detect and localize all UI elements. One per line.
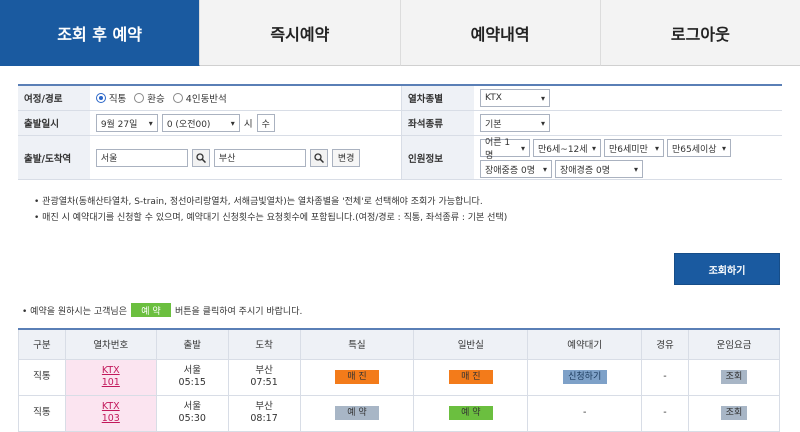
- chevron-down-icon: ▾: [540, 93, 545, 103]
- table-row: 직통 KTX 101 서울 05:15 부산 07:51 매 진 매 진 신청하기 -…: [18, 358, 781, 396]
- mild-disabled-select[interactable]: 장애경증 0명 ▾: [555, 160, 643, 178]
- chevron-down-icon: ▾: [540, 118, 545, 128]
- route-direct-radio[interactable]: 직통: [95, 91, 126, 105]
- top-tabs: 조회 후 예약 즉시예약 예약내역 로그아웃: [0, 0, 800, 66]
- search-form: 여정/경로 직통 환승 4인동반석 열차종별 KTX ▾ 출발일시 9월 27일 ▾: [18, 84, 782, 180]
- weekday-field: 수: [256, 114, 275, 132]
- table-row: 직통 KTX 103 서울 05:30 부산 08:17 예 약 예 약 - - 조회: [18, 394, 781, 432]
- route-transfer-radio[interactable]: 환승: [134, 91, 165, 105]
- reserve-tip: • 예약을 원하시는 고객님은 예 약 버튼을 클릭하여 주시기 바랍니다.: [22, 303, 302, 317]
- col-type: 구분: [18, 328, 66, 360]
- col-waitlist: 예약대기: [527, 328, 643, 360]
- first-sold-out-badge: 매 진: [334, 370, 379, 384]
- col-first-class: 특실: [299, 328, 415, 360]
- tab-logout[interactable]: 로그아웃: [600, 0, 800, 66]
- col-via: 경유: [641, 328, 689, 360]
- fare-lookup-button[interactable]: 조회: [720, 406, 747, 420]
- senior-select[interactable]: 만65세이상 ▾: [667, 139, 731, 157]
- fare-lookup-button[interactable]: 조회: [720, 370, 747, 384]
- seat-select[interactable]: 기본 ▾: [480, 114, 550, 132]
- train-type-label: 열차종별: [402, 86, 474, 110]
- time-select[interactable]: 0 (오전00) ▾: [161, 114, 240, 132]
- chevron-down-icon: ▾: [148, 118, 153, 128]
- col-arrive: 도착: [227, 328, 301, 360]
- waitlist-apply-button[interactable]: 신청하기: [562, 370, 607, 384]
- tab-search-reserve[interactable]: 조회 후 예약: [0, 0, 201, 66]
- col-economy: 일반실: [413, 328, 529, 360]
- passenger-label: 인원정보: [402, 136, 474, 179]
- adult-select[interactable]: 어른 1명 ▾: [480, 138, 530, 161]
- train-number-link[interactable]: KTX 101: [64, 358, 157, 396]
- route-label: 여정/경로: [18, 86, 90, 110]
- severe-disabled-select[interactable]: 장애중증 0명 ▾: [480, 160, 552, 178]
- child-select[interactable]: 만6세~12세 ▾: [533, 139, 601, 157]
- infant-select[interactable]: 만6세미만 ▾: [604, 139, 664, 157]
- tab-reservation-history[interactable]: 예약내역: [400, 0, 601, 66]
- depart-label: 출발일시: [18, 111, 90, 135]
- to-station-input[interactable]: 부산: [213, 148, 306, 167]
- from-station-input[interactable]: 서울: [95, 148, 188, 167]
- to-search-button[interactable]: [309, 148, 328, 167]
- date-select[interactable]: 9월 27일 ▾: [95, 114, 158, 132]
- economy-reserve-button[interactable]: 예 약: [448, 406, 493, 420]
- search-icon: [314, 152, 324, 163]
- station-label: 출발/도착역: [18, 136, 90, 179]
- notice-text: • 관광열차(동해산타열차, S-train, 정선아리랑열차, 서해금빛열차)…: [34, 197, 508, 223]
- train-results-table: 구분 열차번호 출발 도착 특실 일반실 예약대기 경유 운임요금 직통 KTX…: [18, 328, 781, 432]
- search-button[interactable]: 조회하기: [674, 253, 780, 285]
- from-search-button[interactable]: [191, 148, 210, 167]
- route-group-radio[interactable]: 4인동반석: [172, 91, 227, 105]
- col-depart: 출발: [155, 328, 229, 360]
- hour-unit: 시: [243, 119, 253, 130]
- reserve-badge-sample: 예 약: [130, 303, 171, 317]
- train-type-select[interactable]: KTX ▾: [480, 89, 550, 107]
- economy-sold-out-badge: 매 진: [448, 370, 493, 384]
- tab-instant-reserve[interactable]: 즉시예약: [200, 0, 401, 66]
- train-number-link[interactable]: KTX 103: [64, 394, 157, 432]
- col-fare: 운임요금: [687, 328, 781, 360]
- search-icon: [196, 152, 206, 163]
- swap-button[interactable]: 변경: [331, 148, 361, 167]
- seat-label: 좌석종류: [402, 111, 474, 135]
- col-train-no: 열차번호: [64, 328, 157, 360]
- chevron-down-icon: ▾: [230, 118, 235, 128]
- first-reserve-button[interactable]: 예 약: [334, 406, 379, 420]
